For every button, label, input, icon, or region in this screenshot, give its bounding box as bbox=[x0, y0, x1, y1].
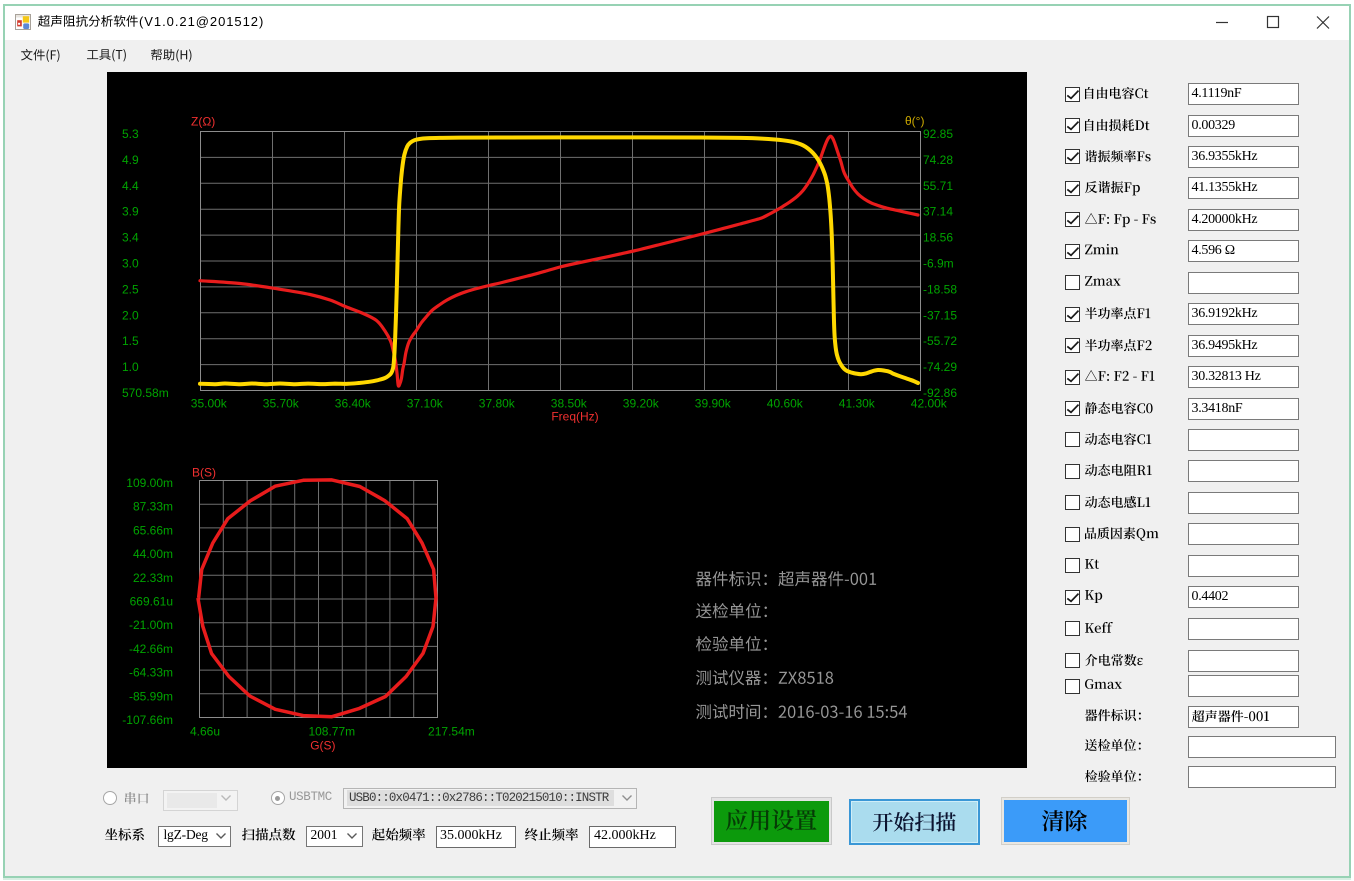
svg-text:74.28: 74.28 bbox=[923, 153, 953, 167]
svg-text:3.4: 3.4 bbox=[122, 231, 139, 245]
svg-text:35.00k: 35.00k bbox=[191, 397, 228, 411]
svg-text:-21.00m: -21.00m bbox=[129, 618, 173, 632]
svg-text:36.40k: 36.40k bbox=[335, 397, 372, 411]
svg-text:41.30k: 41.30k bbox=[839, 397, 876, 411]
svg-text:38.50k: 38.50k bbox=[551, 397, 588, 411]
svg-text:55.71: 55.71 bbox=[923, 179, 953, 193]
svg-text:65.66m: 65.66m bbox=[133, 523, 173, 537]
svg-text:570.58m: 570.58m bbox=[122, 386, 169, 400]
svg-text:5.3: 5.3 bbox=[122, 127, 139, 141]
svg-text:39.20k: 39.20k bbox=[623, 397, 660, 411]
svg-text:35.70k: 35.70k bbox=[263, 397, 300, 411]
svg-text:3.9: 3.9 bbox=[122, 205, 139, 219]
svg-text:87.33m: 87.33m bbox=[133, 500, 173, 514]
svg-text:109.00m: 109.00m bbox=[126, 476, 173, 490]
svg-text:22.33m: 22.33m bbox=[133, 571, 173, 585]
svg-text:θ(°): θ(°) bbox=[905, 114, 924, 128]
svg-text:4.4: 4.4 bbox=[122, 179, 139, 193]
svg-text:18.56: 18.56 bbox=[923, 231, 953, 245]
svg-text:B(S): B(S) bbox=[192, 466, 216, 480]
svg-text:92.85: 92.85 bbox=[923, 127, 953, 141]
svg-text:2.0: 2.0 bbox=[122, 308, 139, 322]
svg-text:4.9: 4.9 bbox=[122, 153, 139, 167]
svg-text:3.0: 3.0 bbox=[122, 257, 139, 271]
svg-text:669.61u: 669.61u bbox=[130, 595, 173, 609]
svg-text:2.5: 2.5 bbox=[122, 282, 139, 296]
svg-text:-6.9m: -6.9m bbox=[923, 257, 954, 271]
svg-text:-74.29: -74.29 bbox=[923, 360, 957, 374]
svg-text:37.10k: 37.10k bbox=[407, 397, 444, 411]
svg-text:-85.99m: -85.99m bbox=[129, 689, 173, 703]
svg-text:-18.58: -18.58 bbox=[923, 282, 957, 296]
svg-text:108.77m: 108.77m bbox=[308, 725, 355, 739]
svg-text:4.66u: 4.66u bbox=[190, 725, 220, 739]
svg-text:40.60k: 40.60k bbox=[767, 397, 804, 411]
svg-text:1.0: 1.0 bbox=[122, 360, 139, 374]
svg-text:Freq(Hz): Freq(Hz) bbox=[551, 410, 598, 424]
svg-text:-55.72: -55.72 bbox=[923, 334, 957, 348]
svg-text:37.80k: 37.80k bbox=[479, 397, 516, 411]
svg-text:-64.33m: -64.33m bbox=[129, 666, 173, 680]
svg-text:1.5: 1.5 bbox=[122, 334, 139, 348]
svg-text:217.54m: 217.54m bbox=[428, 725, 475, 739]
svg-text:-107.66m: -107.66m bbox=[122, 713, 173, 727]
svg-text:44.00m: 44.00m bbox=[133, 547, 173, 561]
svg-text:39.90k: 39.90k bbox=[695, 397, 732, 411]
svg-text:Z(Ω): Z(Ω) bbox=[191, 115, 215, 129]
svg-text:G(S): G(S) bbox=[310, 739, 335, 753]
svg-text:-37.15: -37.15 bbox=[923, 308, 957, 322]
svg-text:42.00k: 42.00k bbox=[911, 397, 948, 411]
svg-text:-42.66m: -42.66m bbox=[129, 642, 173, 656]
svg-text:37.14: 37.14 bbox=[923, 205, 953, 219]
